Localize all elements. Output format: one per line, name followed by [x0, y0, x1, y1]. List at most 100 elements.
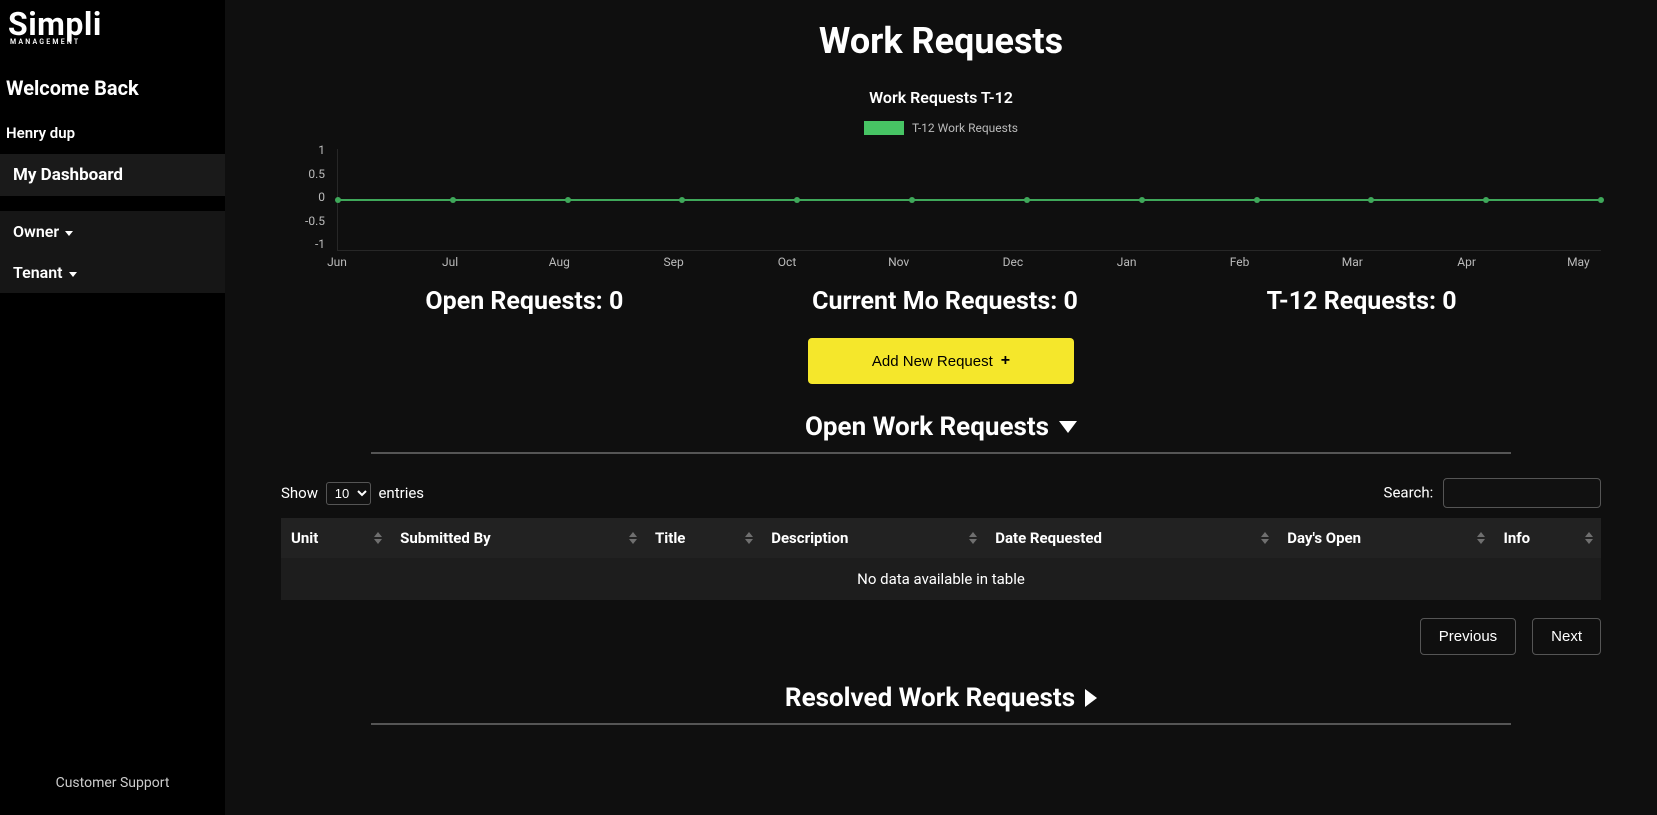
stat-label: T-12 Requests:: [1267, 287, 1436, 316]
xtick: Apr: [1457, 255, 1476, 273]
xtick: Dec: [1003, 255, 1024, 273]
chart-line: [338, 199, 1601, 201]
plot-area: [337, 149, 1601, 251]
stat-value: 0: [1063, 287, 1077, 316]
chart-point: [335, 197, 341, 203]
col-date-requested[interactable]: Date Requested: [985, 518, 1277, 558]
sort-icon: [1585, 532, 1593, 544]
xtick: May: [1567, 255, 1590, 273]
ytick: 0: [281, 190, 325, 204]
search-label: Search:: [1384, 484, 1434, 502]
chart-point: [794, 197, 800, 203]
brand-subtitle: MANAGEMENT: [0, 38, 225, 46]
stat-t12: T-12 Requests: 0: [1267, 287, 1457, 316]
xtick: Jul: [442, 255, 458, 273]
sort-icon: [629, 532, 637, 544]
sort-icon: [1477, 532, 1485, 544]
sort-icon: [969, 532, 977, 544]
caret-right-icon: [1085, 689, 1097, 707]
nav-item-owner[interactable]: Owner: [0, 211, 225, 252]
chart-legend: T-12 Work Requests: [251, 121, 1631, 135]
add-request-button[interactable]: Add New Request +: [808, 338, 1074, 384]
col-title[interactable]: Title: [645, 518, 761, 558]
chart-point: [1254, 197, 1260, 203]
search-control: Search:: [1384, 478, 1601, 508]
chevron-down-icon: [65, 231, 73, 236]
col-submitted-by[interactable]: Submitted By: [390, 518, 645, 558]
length-select[interactable]: 10: [326, 482, 371, 505]
xtick: Sep: [664, 255, 684, 273]
stat-current: Current Mo Requests: 0: [812, 287, 1078, 316]
sort-icon: [1261, 532, 1269, 544]
open-requests-table: Unit Submitted By Title Description Date…: [281, 518, 1601, 600]
sort-icon: [745, 532, 753, 544]
xtick: Aug: [549, 255, 570, 273]
y-axis: 1 0.5 0 -0.5 -1: [281, 143, 331, 251]
main-content: Work Requests Work Requests T-12 T-12 Wo…: [225, 0, 1657, 815]
ytick: 0.5: [281, 167, 325, 181]
open-requests-toggle[interactable]: Open Work Requests: [251, 412, 1631, 442]
plus-icon: +: [1001, 352, 1010, 370]
section-title: Resolved Work Requests: [785, 683, 1075, 713]
chart: 1 0.5 0 -0.5 -1 Jun Jul Aug Sep Oct Nov …: [281, 143, 1601, 273]
prev-button[interactable]: Previous: [1420, 618, 1516, 655]
legend-swatch: [864, 121, 904, 135]
stat-label: Current Mo Requests:: [812, 287, 1057, 316]
section-title: Open Work Requests: [805, 412, 1049, 442]
length-control: Show 10 entries: [281, 482, 424, 505]
table-row-empty: No data available in table: [281, 558, 1601, 600]
nav-label: Owner: [13, 222, 59, 241]
pagination: Previous Next: [251, 618, 1601, 655]
caret-down-icon: [1059, 421, 1077, 433]
username: Henry dup: [0, 108, 225, 154]
stat-value: 0: [1442, 287, 1456, 316]
resolved-requests-toggle[interactable]: Resolved Work Requests: [251, 683, 1631, 713]
ytick: 1: [281, 143, 325, 157]
logo: Simpli MANAGEMENT: [0, 0, 225, 46]
stat-value: 0: [609, 287, 623, 316]
x-axis: Jun Jul Aug Sep Oct Nov Dec Jan Feb Mar …: [337, 255, 1601, 273]
divider: [371, 723, 1511, 725]
search-input[interactable]: [1443, 478, 1601, 508]
xtick: Nov: [888, 255, 909, 273]
sort-icon: [374, 532, 382, 544]
xtick: Feb: [1230, 255, 1250, 273]
nav-item-tenant[interactable]: Tenant: [0, 252, 225, 293]
chart-point: [565, 197, 571, 203]
page-title: Work Requests: [251, 20, 1631, 62]
col-days-open[interactable]: Day's Open: [1277, 518, 1493, 558]
chart-point: [909, 197, 915, 203]
brand-name: Simpli: [0, 0, 225, 40]
col-description[interactable]: Description: [761, 518, 985, 558]
chart-point: [1368, 197, 1374, 203]
xtick: Mar: [1342, 255, 1363, 273]
nav: My Dashboard Owner Tenant: [0, 154, 225, 293]
show-suffix: entries: [378, 484, 424, 502]
add-button-label: Add New Request: [872, 353, 993, 370]
ytick: -0.5: [281, 214, 325, 228]
xtick: Jun: [327, 255, 347, 273]
chart-point: [1139, 197, 1145, 203]
table-controls: Show 10 entries Search:: [281, 478, 1601, 508]
chart-point: [450, 197, 456, 203]
chevron-down-icon: [69, 272, 77, 277]
nav-label: My Dashboard: [13, 165, 123, 185]
ytick: -1: [281, 237, 325, 251]
chart-point: [1024, 197, 1030, 203]
stat-label: Open Requests:: [425, 287, 602, 316]
stat-open: Open Requests: 0: [425, 287, 623, 316]
customer-support-link[interactable]: Customer Support: [0, 761, 225, 815]
nav-item-dashboard[interactable]: My Dashboard: [0, 154, 225, 196]
col-unit[interactable]: Unit: [281, 518, 390, 558]
xtick: Jan: [1117, 255, 1137, 273]
stats-row: Open Requests: 0 Current Mo Requests: 0 …: [331, 287, 1551, 316]
next-button[interactable]: Next: [1532, 618, 1601, 655]
chart-point: [1483, 197, 1489, 203]
col-info[interactable]: Info: [1493, 518, 1601, 558]
empty-text: No data available in table: [281, 558, 1601, 600]
chart-title: Work Requests T-12: [251, 88, 1631, 107]
nav-label: Tenant: [13, 263, 63, 282]
welcome-text: Welcome Back: [0, 46, 225, 108]
xtick: Oct: [778, 255, 796, 273]
legend-label: T-12 Work Requests: [912, 121, 1018, 135]
